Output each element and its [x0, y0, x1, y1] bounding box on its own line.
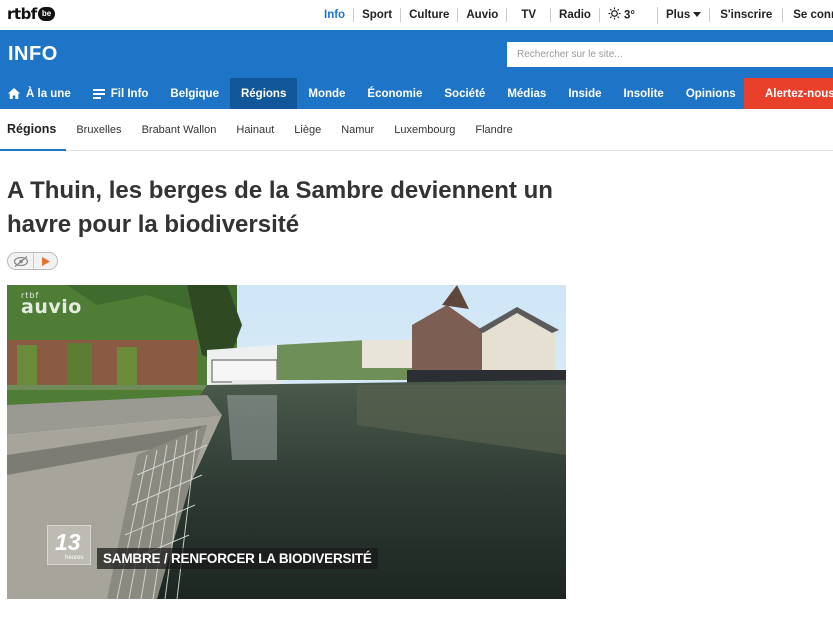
nav-regions[interactable]: Régions [229, 78, 298, 109]
list-icon [92, 88, 105, 99]
nav-inside[interactable]: Inside [557, 78, 612, 109]
topnav-auvio[interactable]: Auvio [458, 8, 508, 22]
readspeaker-button[interactable] [7, 252, 58, 270]
badge-label: heures [65, 555, 84, 561]
login-link[interactable]: Se connecter [783, 8, 833, 22]
nav-label: Fil Info [110, 87, 149, 100]
jt-13h-badge: 13 heures [47, 525, 91, 565]
subnav-bruxelles[interactable]: Bruxelles [66, 109, 131, 151]
nav-economie[interactable]: Économie [356, 78, 433, 109]
badge-number: 13 [55, 529, 81, 555]
nav-societe[interactable]: Société [433, 78, 496, 109]
video-player[interactable]: rtbf auvio 13 heures SAMBRE / RENFORCER … [7, 285, 566, 599]
nav-medias[interactable]: Médias [496, 78, 557, 109]
nav-belgique[interactable]: Belgique [159, 78, 230, 109]
subnav-regions[interactable]: Régions [0, 109, 67, 151]
logo-badge: be [37, 7, 56, 21]
weather-temperature: 3° [623, 9, 635, 22]
topnav-info[interactable]: Info [316, 8, 355, 22]
subnav-luxembourg[interactable]: Luxembourg [384, 109, 465, 151]
play-icon [34, 256, 57, 266]
topnav-tv[interactable]: TV [507, 8, 552, 22]
regions-subnav: Régions Bruxelles Brabant Wallon Hainaut… [0, 109, 833, 151]
topnav-radio[interactable]: Radio [551, 8, 600, 22]
subnav-flandre[interactable]: Flandre [465, 109, 522, 151]
section-header: INFO [0, 30, 833, 78]
subnav-brabant-wallon[interactable]: Brabant Wallon [132, 109, 227, 151]
nav-insolite[interactable]: Insolite [613, 78, 675, 109]
top-navigation: Info Sport Culture Auvio TV Radio 3° Plu… [316, 0, 833, 30]
signup-link[interactable]: S'inscrire [710, 8, 784, 22]
caption-keyword: SAMBRE [103, 551, 161, 566]
top-bar: rtbf be Info Sport Culture Auvio TV Radi… [0, 0, 833, 30]
topnav-weather[interactable]: 3° [600, 6, 658, 24]
auvio-logo: rtbf auvio [21, 291, 82, 318]
auvio-logo-big: auvio [21, 296, 82, 318]
more-label: Plus [665, 9, 691, 21]
nav-opinions[interactable]: Opinions [675, 78, 747, 109]
nav-fil-info[interactable]: Fil Info [82, 78, 160, 109]
nav-monde[interactable]: Monde [297, 78, 356, 109]
subnav-hainaut[interactable]: Hainaut [226, 109, 284, 151]
topnav-more[interactable]: Plus [658, 8, 711, 22]
rtbf-logo[interactable]: rtbf be [7, 5, 56, 23]
topnav-culture[interactable]: Culture [401, 8, 459, 22]
home-icon [8, 88, 20, 99]
topnav-sport[interactable]: Sport [354, 8, 402, 22]
nav-a-la-une[interactable]: À la une [0, 78, 82, 109]
chevron-down-icon [693, 12, 702, 18]
subnav-namur[interactable]: Namur [331, 109, 384, 151]
alert-button[interactable]: Alertez-nous [744, 78, 833, 109]
eye-slash-icon [8, 253, 34, 269]
main-navigation: À la une Fil Info Belgique Régions Monde… [0, 78, 833, 109]
logo-text: rtbf [7, 5, 37, 23]
video-caption: SAMBRE / RENFORCER LA BIODIVERSITÉ [97, 548, 378, 569]
sun-icon [608, 6, 621, 24]
article-headline: A Thuin, les berges de la Sambre devienn… [7, 177, 553, 238]
search-input[interactable] [507, 42, 833, 67]
caption-text: / RENFORCER LA BIODIVERSITÉ [160, 551, 372, 566]
section-title[interactable]: INFO [8, 43, 58, 66]
nav-label: À la une [26, 87, 71, 100]
subnav-liege[interactable]: Liège [284, 109, 331, 151]
